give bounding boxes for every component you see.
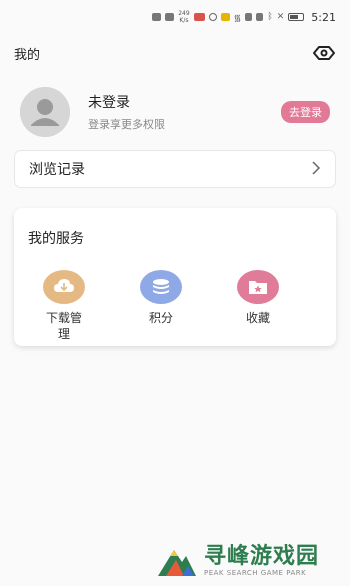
page-title: 我的 bbox=[14, 47, 41, 63]
wifi-icon: ᯾ bbox=[233, 13, 242, 24]
service-label: 下载管理 bbox=[45, 311, 82, 341]
page-header: 我的 bbox=[14, 40, 336, 66]
avatar[interactable] bbox=[20, 87, 70, 137]
app-notification-icon bbox=[193, 13, 205, 21]
site-watermark: 寻峰游戏园 PEAK SEARCH GAME PARK bbox=[156, 540, 346, 582]
profile-text: 未登录 登录享更多权限 bbox=[88, 92, 281, 132]
watermark-title: 寻峰游戏园 bbox=[204, 544, 320, 569]
service-label: 积分 bbox=[148, 311, 173, 325]
services-card: 我的服务 下载管理 积分 收藏 bbox=[14, 208, 336, 346]
services-title: 我的服务 bbox=[28, 231, 84, 247]
download-cloud-icon bbox=[43, 270, 85, 304]
nfc-icon bbox=[245, 13, 253, 21]
login-button[interactable]: 去登录 bbox=[281, 101, 330, 123]
status-bar: 249 K/s ᯾ ᛒ ✕ 5:21 bbox=[0, 0, 350, 34]
service-points[interactable]: 积分 bbox=[131, 270, 191, 326]
battery-icon bbox=[288, 13, 305, 21]
signal-icon bbox=[165, 13, 175, 21]
coins-stack-icon bbox=[140, 270, 182, 304]
ring-notification-icon bbox=[208, 13, 217, 21]
profile-section[interactable]: 未登录 登录享更多权限 去登录 bbox=[20, 87, 330, 137]
profile-subtitle: 登录享更多权限 bbox=[88, 118, 165, 131]
hd-icon bbox=[152, 13, 162, 21]
peak-logo-icon bbox=[158, 550, 196, 576]
my-page-screen: 249 K/s ᯾ ᛒ ✕ 5:21 我的 未登录 登录享更多权限 去登录 浏览… bbox=[0, 0, 350, 586]
profile-name: 未登录 bbox=[88, 95, 130, 111]
chevron-right-icon bbox=[311, 160, 321, 179]
favorite-folder-icon bbox=[237, 270, 279, 304]
network-speed: 249 K/s bbox=[178, 10, 190, 24]
app-notification-icon bbox=[220, 13, 230, 21]
bluetooth-icon: ᛒ bbox=[267, 12, 273, 22]
history-label: 浏览记录 bbox=[29, 162, 85, 178]
mute-icon: ✕ bbox=[276, 12, 285, 22]
eye-icon[interactable] bbox=[312, 41, 336, 65]
watermark-subtitle: PEAK SEARCH GAME PARK bbox=[204, 569, 307, 577]
user-silhouette-icon bbox=[20, 87, 70, 137]
alarm-icon bbox=[256, 13, 264, 21]
service-label: 收藏 bbox=[245, 311, 270, 325]
browsing-history-row[interactable]: 浏览记录 bbox=[14, 150, 336, 188]
service-download-manage[interactable]: 下载管理 bbox=[34, 270, 94, 342]
clock: 5:21 bbox=[311, 10, 336, 24]
service-favorites[interactable]: 收藏 bbox=[228, 270, 288, 326]
